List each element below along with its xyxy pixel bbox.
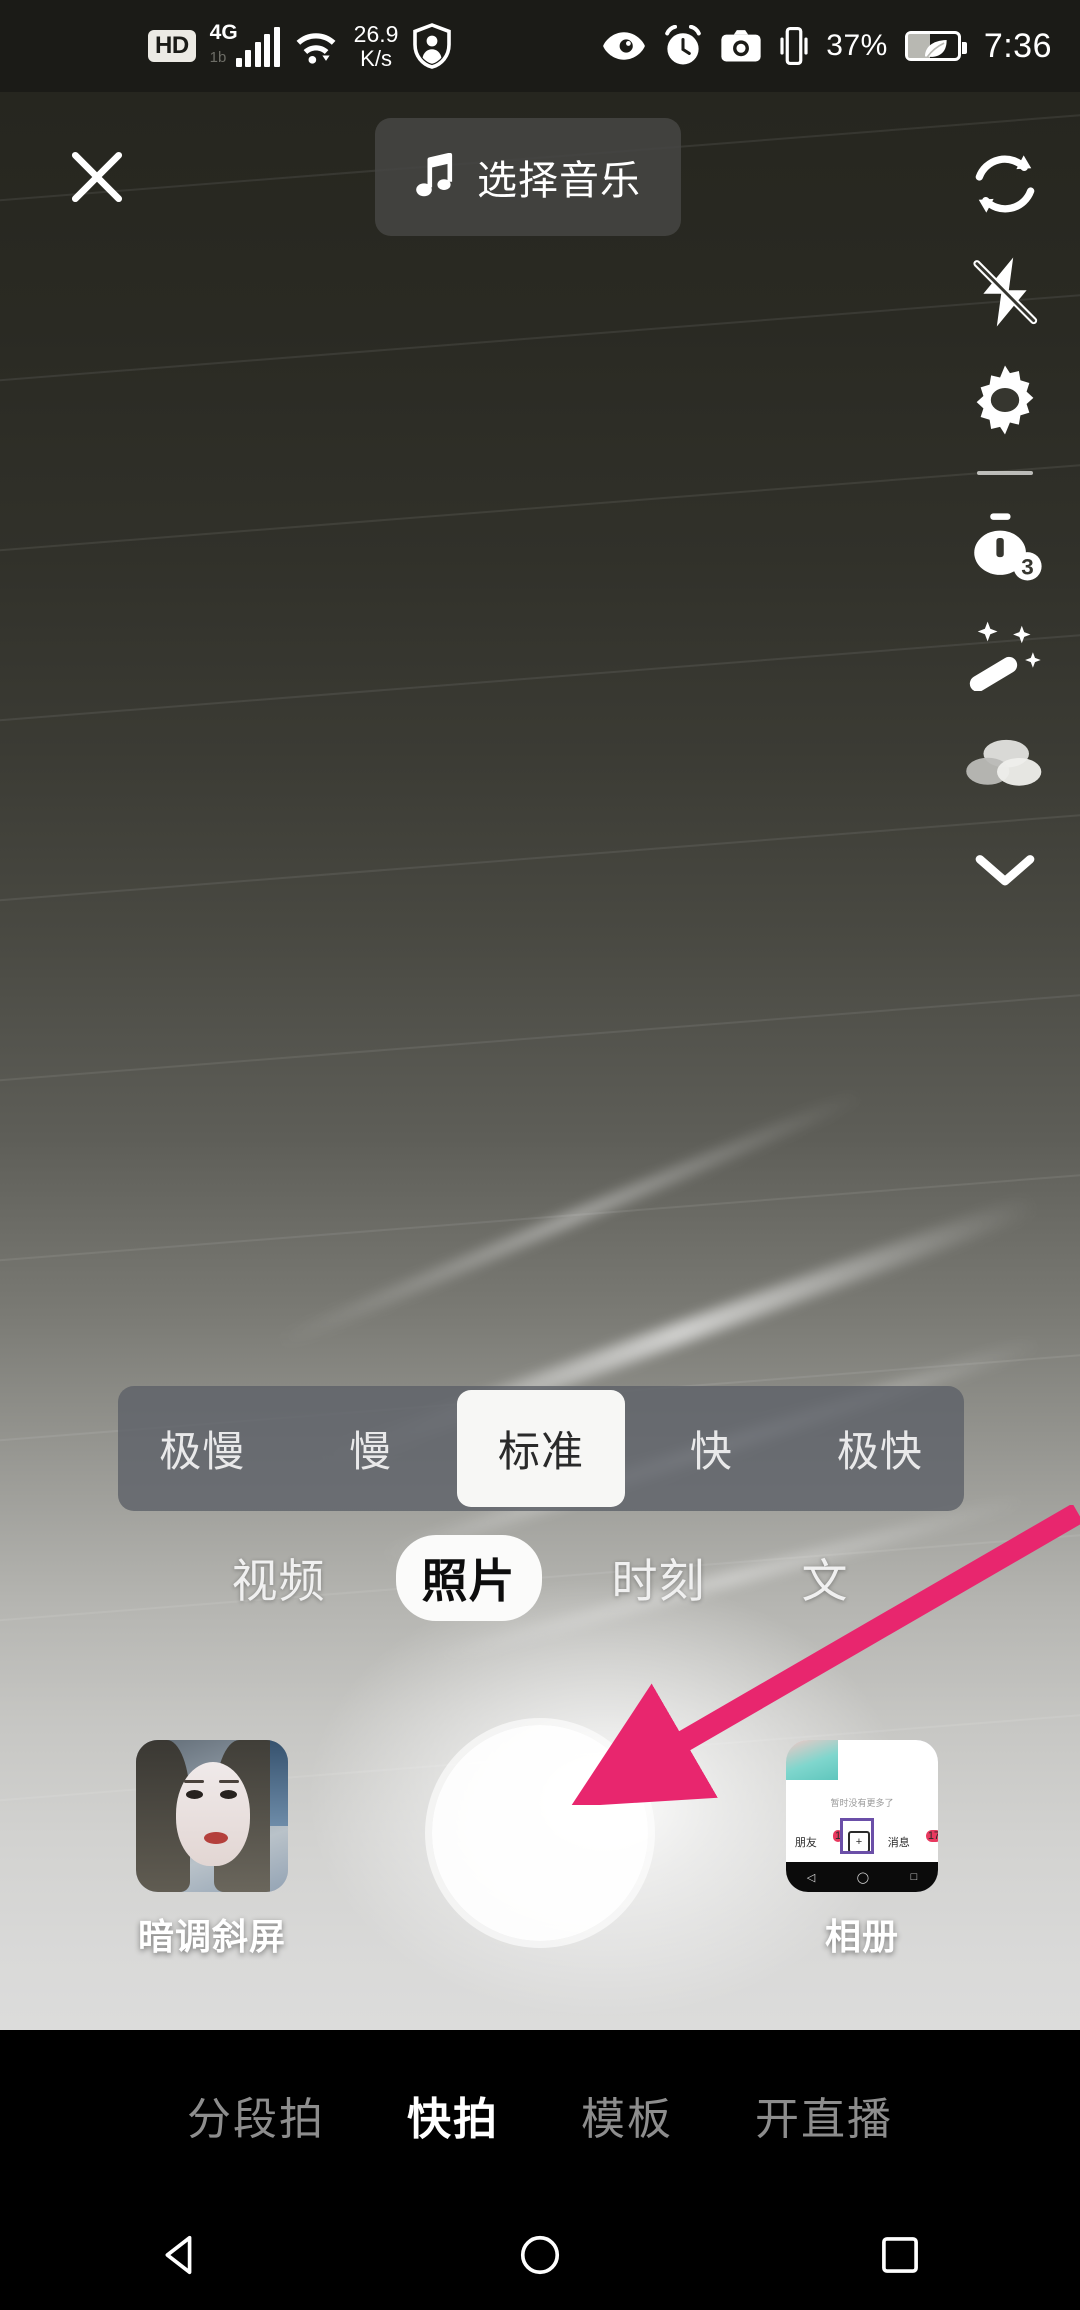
album-label: 相册 [824, 1916, 899, 1957]
flip-camera-icon [975, 155, 1035, 213]
beautify-button[interactable] [930, 600, 1080, 708]
network-speed-indicator: 26.9 K/s [353, 20, 399, 71]
album-preview-messages-label: 消息 [887, 1837, 910, 1849]
timer-icon: 3 [974, 513, 1042, 581]
flash-off-icon [973, 257, 1038, 327]
album-preview-highlight-box [840, 1818, 874, 1854]
shield-person-icon [413, 23, 452, 69]
filters-icon [966, 739, 1042, 786]
tab-video[interactable]: 视频 [206, 1535, 352, 1621]
camera-sidebar: 3 [930, 130, 1080, 924]
android-back-button[interactable] [120, 2200, 240, 2310]
timer-button[interactable]: 3 [930, 492, 1080, 600]
battery-saver-leaf-icon [904, 31, 967, 61]
back-triangle-icon [165, 2235, 192, 2275]
effect-thumbnail-image [136, 1740, 288, 1892]
expand-more-button[interactable] [930, 816, 1080, 924]
network-sub-label: 1b [209, 49, 227, 66]
music-note-icon [416, 153, 453, 197]
status-bar: HD 4G 1b 26.9 K/s 37% 7:36 [0, 0, 1080, 92]
alarm-clock-icon [665, 25, 702, 65]
status-bar-left: HD 4G 1b 26.9 K/s [148, 20, 452, 71]
settings-button[interactable] [930, 346, 1080, 454]
vibrate-icon [780, 26, 808, 66]
hd-icon: HD [148, 30, 196, 62]
close-icon [71, 151, 123, 203]
effect-thumbnail-label: 暗调斜屏 [137, 1916, 286, 1957]
status-bar-right: 37% 7:36 [602, 25, 1052, 67]
speed-option-fast[interactable]: 快 [627, 1386, 795, 1511]
close-button[interactable] [52, 132, 142, 222]
magic-wand-icon [969, 621, 1041, 691]
album-preview-android-nav: ◁ ◯ □ [786, 1862, 938, 1892]
android-recents-button[interactable] [840, 2200, 960, 2310]
sidebar-divider [930, 454, 1080, 492]
pink-arrow-icon [570, 1505, 1080, 1805]
flip-camera-button[interactable] [930, 130, 1080, 238]
chevron-down-icon [975, 855, 1035, 886]
nav-quick-shoot[interactable]: 快拍 [397, 2075, 509, 2155]
nav-live-stream[interactable]: 开直播 [745, 2075, 903, 2155]
bottom-nav: 分段拍 快拍 模板 开直播 [0, 2030, 1080, 2200]
camera-icon [721, 30, 761, 62]
recents-square-icon [882, 2237, 918, 2273]
speed-option-slow[interactable]: 慢 [286, 1386, 454, 1511]
select-music-label: 选择音乐 [477, 159, 641, 203]
album-preview-messages-badge: 17 [925, 1830, 938, 1842]
flash-toggle-button[interactable] [930, 238, 1080, 346]
speed-option-very-slow[interactable]: 极慢 [118, 1386, 286, 1511]
speed-selector: 极慢 慢 标准 快 极快 [118, 1386, 964, 1511]
network-type-label: 4G [209, 21, 238, 44]
android-system-nav [0, 2200, 1080, 2310]
android-home-button[interactable] [480, 2200, 600, 2310]
speed-option-very-fast[interactable]: 极快 [796, 1386, 964, 1511]
net-speed-value: 26.9 [353, 20, 399, 47]
net-speed-unit: K/s [360, 45, 392, 71]
battery-percent-label: 37% [826, 29, 888, 62]
album-preview-friends-label: 朋友 [794, 1837, 817, 1849]
filters-button[interactable] [930, 708, 1080, 816]
album-preview-tab-messages: 消息 17 [887, 1830, 938, 1850]
arrow-shaft [570, 1505, 1080, 1805]
home-circle-icon [520, 2235, 560, 2275]
nav-template[interactable]: 模板 [571, 2075, 683, 2155]
status-clock: 7:36 [983, 26, 1052, 65]
wifi-icon [296, 33, 336, 64]
tab-photo[interactable]: 照片 [395, 1535, 542, 1621]
cellular-signal-icon: 4G 1b [209, 21, 280, 67]
gear-icon [976, 365, 1034, 435]
select-music-button[interactable]: 选择音乐 [375, 118, 681, 236]
effect-thumbnail-button[interactable]: 暗调斜屏 [136, 1740, 288, 1960]
signal-bars [235, 27, 280, 67]
eye-comfort-icon [603, 32, 646, 60]
speed-option-standard[interactable]: 标准 [456, 1390, 626, 1507]
camera-screen: HD 4G 1b 26.9 K/s 37% 7:36 选择音乐 3 极慢 慢 标… [0, 0, 1080, 2310]
timer-badge-value: 3 [1021, 555, 1034, 580]
album-preview-tab-friends: 朋友 1 [794, 1830, 844, 1850]
nav-segment-shoot[interactable]: 分段拍 [177, 2075, 335, 2155]
